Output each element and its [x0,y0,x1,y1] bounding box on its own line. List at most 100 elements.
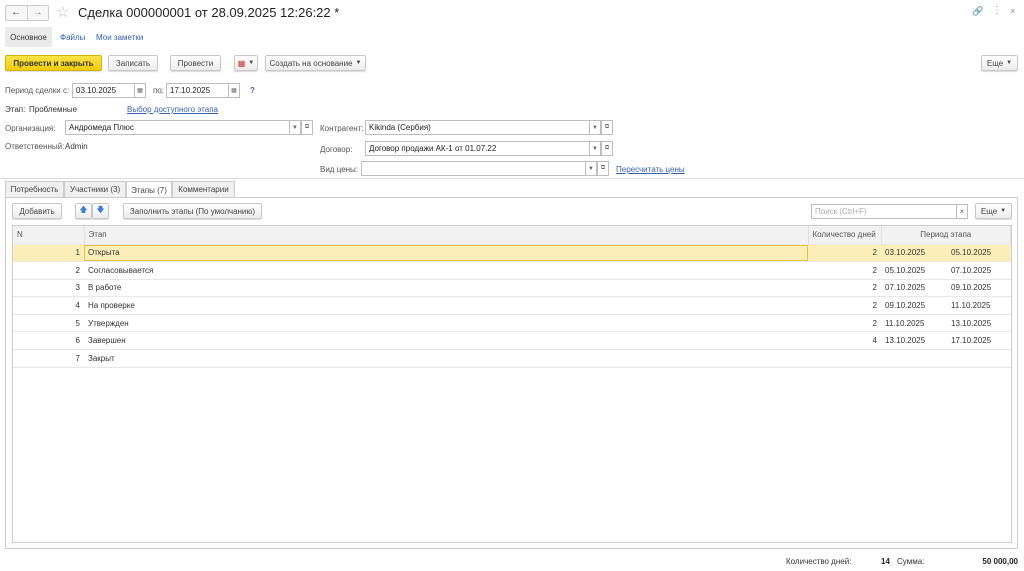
more-button[interactable]: Еще ▼ [981,55,1018,71]
period-to-field[interactable]: 17.10.2025 ▦ [166,83,240,98]
table-row[interactable]: 1 Открыта 2 03.10.2025 05.10.2025 [13,244,1011,263]
cell-days[interactable]: 2 [808,314,881,333]
cell-to[interactable]: 17.10.2025 [947,331,1011,351]
cell-stage[interactable]: Закрыт [84,349,808,368]
report-button[interactable]: ▦ ▼ [234,55,258,71]
period-from-field[interactable]: 03.10.2025 ▦ [72,83,146,98]
chevron-down-icon: ▼ [1006,60,1013,66]
cell-from[interactable]: 11.10.2025 [881,314,947,333]
cell-to[interactable]: 07.10.2025 [947,261,1011,280]
cell-n[interactable]: 1 [13,244,84,263]
dropdown-icon[interactable]: ▼ [589,141,601,156]
more-menu-icon[interactable]: ⋮ [992,5,1002,16]
close-icon[interactable]: × [1010,6,1015,16]
move-up-button[interactable]: 🡅 [75,203,92,219]
calendar-icon[interactable]: ▦ [134,83,146,98]
link-icon[interactable]: 🔗 [972,6,983,17]
table-more-button[interactable]: Еще ▼ [975,203,1012,219]
contract-label: Договор: [320,145,353,154]
open-icon[interactable]: ⧉ [597,161,609,176]
create-based-button[interactable]: Создать на основание ▼ [265,55,366,71]
col-n[interactable]: N [13,226,85,245]
cell-from[interactable]: 03.10.2025 [881,244,947,263]
counterparty-field[interactable]: Kikinda (Сербия) ▼ ⧉ [365,120,613,135]
price-type-field[interactable]: ▼ ⧉ [361,161,609,176]
col-days[interactable]: Количество дней [808,226,882,245]
cell-from[interactable] [881,349,947,368]
open-icon[interactable]: ⧉ [301,120,313,135]
cell-n[interactable]: 5 [13,314,84,333]
open-icon[interactable]: ⧉ [601,141,613,156]
cell-to[interactable]: 13.10.2025 [947,314,1011,333]
calendar-icon[interactable]: ▦ [228,83,240,98]
dropdown-icon[interactable]: ▼ [585,161,597,176]
move-down-button[interactable]: 🡇 [92,203,109,219]
post-and-close-button[interactable]: Провести и закрыть [5,55,102,71]
cell-from[interactable]: 13.10.2025 [881,331,947,351]
table-row[interactable]: 6 Завершен 4 13.10.2025 17.10.2025 [13,331,1011,351]
help-link[interactable]: ? [250,86,255,95]
save-button[interactable]: Записать [108,55,158,71]
cell-from[interactable]: 09.10.2025 [881,296,947,315]
dropdown-icon[interactable]: ▼ [289,120,301,135]
cell-to[interactable]: 05.10.2025 [947,244,1011,263]
post-button[interactable]: Провести [170,55,221,71]
cell-stage[interactable]: Открыта [84,244,808,263]
table-row[interactable]: 4 На проверке 2 09.10.2025 11.10.2025 [13,296,1011,315]
cell-days[interactable]: 2 [808,296,881,315]
fill-stages-button[interactable]: Заполнить этапы (По умолчанию) [123,203,262,219]
tab-stages[interactable]: Этапы (7) [126,181,172,198]
org-field[interactable]: Андромеда Плюс ▼ ⧉ [65,120,313,135]
contract-field[interactable]: Договор продажи АК-1 от 01.07.22 ▼ ⧉ [365,141,613,156]
cell-to[interactable]: 11.10.2025 [947,296,1011,315]
table-row[interactable]: 7 Закрыт [13,349,1011,368]
col-period[interactable]: Период этапа [881,226,1011,245]
tab-notes[interactable]: Мои заметки [96,33,143,42]
cell-days[interactable] [808,349,881,368]
cell-n[interactable]: 6 [13,331,84,351]
cell-stage[interactable]: Согласовывается [84,261,808,280]
add-button[interactable]: Добавить [12,203,62,219]
cell-stage[interactable]: На проверке [84,296,808,315]
cell-to[interactable] [947,349,1011,368]
forward-icon[interactable]: → [28,6,49,20]
cell-stage[interactable]: В работе [84,279,808,298]
dropdown-icon[interactable]: ▼ [589,120,601,135]
table-row[interactable]: 5 Утвержден 2 11.10.2025 13.10.2025 [13,314,1011,333]
open-icon[interactable]: ⧉ [601,120,613,135]
table-row[interactable]: 3В работе 2 07.10.2025 09.10.2025 [13,279,1011,298]
cell-days[interactable]: 4 [808,331,881,351]
col-stage[interactable]: Этап [84,226,809,245]
cell-n[interactable]: 7 [13,349,84,368]
cell-days[interactable]: 2 [808,279,881,298]
tab-needs[interactable]: Потребность [5,181,64,197]
cell-from[interactable]: 07.10.2025 [881,279,947,298]
tab-files[interactable]: Файлы [60,33,85,42]
cell-n[interactable]: 4 [13,296,84,315]
tab-main[interactable]: Основное [5,27,52,47]
cell-stage[interactable]: Завершен [84,331,808,351]
star-icon[interactable]: ☆ [56,3,69,21]
choose-stage-link[interactable]: Выбор доступного этапа [127,105,218,114]
back-icon[interactable]: ← [6,6,28,20]
stage-label: Этап: [5,105,26,114]
clear-icon[interactable]: × [956,204,968,219]
footer-sum-value: 50 000,00 [982,557,1018,566]
stage-value: Проблемные [29,105,78,114]
divider [0,178,1024,179]
tab-participants[interactable]: Участники (3) [64,181,126,197]
search-input[interactable]: Поиск (Ctrl+F) × [811,204,968,219]
period-from-value: 03.10.2025 [76,86,117,95]
cell-stage[interactable]: Утвержден [84,314,808,333]
cell-n[interactable]: 2 [13,261,84,280]
tab-comments[interactable]: Комментарии [172,181,235,197]
cell-to[interactable]: 09.10.2025 [947,279,1011,298]
arrow-down-icon: 🡇 [96,205,105,214]
stages-table: N Этап Количество дней Период этапа 1 Отк… [12,225,1012,543]
table-row[interactable]: 2 Согласовывается 2 05.10.2025 07.10.2025 [13,261,1011,280]
cell-from[interactable]: 05.10.2025 [881,261,947,280]
recalc-prices-link[interactable]: Пересчитать цены [616,165,685,174]
cell-n[interactable]: 3 [13,279,84,298]
cell-days[interactable]: 2 [808,261,881,280]
cell-days[interactable]: 2 [808,244,881,263]
